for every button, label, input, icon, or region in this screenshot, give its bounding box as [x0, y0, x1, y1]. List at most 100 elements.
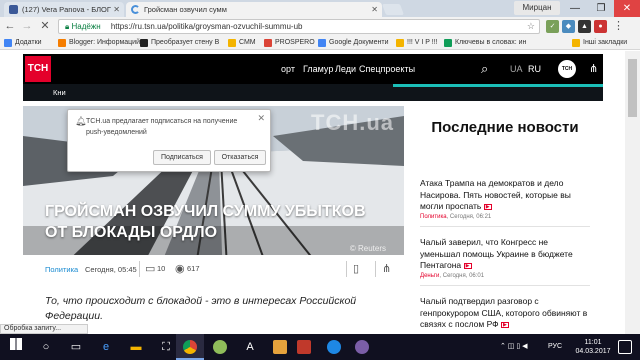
bookmark-icon[interactable]: ▯ [353, 262, 359, 275]
close-icon[interactable]: ✕ [257, 113, 265, 124]
search-icon[interactable]: ⌕ [481, 54, 488, 84]
share-icon[interactable]: ⋔ [382, 262, 391, 275]
photo-credit: © Reuters [349, 244, 386, 253]
app-icon[interactable] [290, 334, 318, 360]
edge-icon[interactable]: e [92, 334, 120, 360]
app-icon[interactable]: A [236, 334, 264, 360]
minimize-button[interactable]: — [562, 0, 588, 17]
close-tab-icon[interactable]: ✕ [113, 2, 120, 17]
article-meta-bar: Политика Сегодня, 05:45 ▭ 10 ◉ 617 ▯ ⋔ [23, 255, 404, 284]
bookmark-label: СММ [239, 39, 256, 46]
photo-watermark: ТСН.ua [311, 110, 394, 135]
loading-icon [131, 5, 140, 14]
blogger-icon [58, 39, 66, 47]
article-category[interactable]: Политика [45, 265, 78, 274]
bookmark-icon [444, 39, 452, 47]
windows-taskbar: ○ ▭ e ▬ ⛶ A ⌃ ◫ ▯ ◀︎ РУС 11:01 04.03.201… [0, 334, 640, 360]
folder-icon [572, 39, 580, 47]
task-view-icon[interactable]: ▭ [62, 334, 90, 360]
sidebar-title: Последние новости [431, 119, 579, 136]
subbar-label[interactable]: Кни [53, 84, 66, 101]
tab-article[interactable]: Гройсман озвучил сумм ✕ [126, 2, 382, 17]
status-bar: Обробка запиту... [0, 324, 88, 334]
divider [139, 261, 140, 277]
browser-tab-strip: (127) Vera Panova - БЛОГ ✕ Гройсман озву… [0, 0, 640, 17]
article-time: Сегодня, 05:45 [85, 265, 137, 274]
bookmark-keywords[interactable]: Ключевы в словах: ин [444, 37, 526, 49]
profile-button[interactable]: Мирцан [514, 1, 560, 15]
bookmark-smm[interactable]: СММ [228, 37, 256, 49]
news-title[interactable]: Атака Трампа на демократов и дело Насиро… [420, 178, 571, 211]
extension-icon[interactable]: ● [594, 20, 607, 33]
close-window-button[interactable]: ✕ [614, 0, 640, 17]
extension-icon[interactable]: ✓ [546, 20, 559, 33]
tray-icons[interactable]: ⌃ ◫ ▯ ◀︎ [500, 334, 528, 360]
apps-icon [4, 39, 12, 47]
forward-arrow-icon[interactable]: → [20, 19, 34, 33]
share-icon[interactable]: ⋔ [589, 54, 598, 84]
nav-item-sport[interactable]: орт [281, 54, 295, 84]
folder-icon [396, 39, 404, 47]
bell-icon: 🔔︎ [75, 116, 87, 126]
news-item[interactable]: Чалый заверил, что Конгресс не уменьшал … [420, 237, 590, 279]
divider [375, 261, 376, 277]
bookmark-apps[interactable]: Додатки [4, 37, 42, 49]
nav-item-specprojects[interactable]: Спецпроекты [359, 54, 415, 84]
bookmark-blogger[interactable]: Blogger: Информаций [58, 37, 140, 49]
article-headline[interactable]: ГРОЙСМАН ОЗВУЧИЛ СУММУ УБЫТКОВ ОТ БЛОКАД… [45, 201, 385, 243]
back-arrow-icon[interactable]: ← [3, 19, 17, 33]
bookmark-label: Google Документи [329, 39, 389, 46]
app-icon[interactable] [206, 334, 234, 360]
extension-icon[interactable]: ◆ [562, 20, 575, 33]
app-icon[interactable] [348, 334, 376, 360]
tsn-plus-logo[interactable]: ТСН [558, 60, 576, 78]
file-explorer-icon[interactable]: ▬ [122, 334, 150, 360]
bookmark-google-docs[interactable]: Google Документи [318, 37, 388, 49]
news-item[interactable]: Атака Трампа на демократов и дело Насиро… [420, 178, 590, 220]
lang-ua[interactable]: UA [510, 54, 523, 84]
nav-item-glamour[interactable]: Гламур [303, 54, 333, 84]
star-icon[interactable]: ☆ [527, 20, 535, 33]
notification-center-icon[interactable] [618, 340, 632, 354]
bookmark-label: Blogger: Информаций [69, 39, 140, 46]
bookmark-label: Додатки [15, 39, 42, 46]
search-icon[interactable]: ○ [32, 334, 60, 360]
decline-button[interactable]: Отказаться [214, 150, 266, 165]
bookmark-vip[interactable]: !!! V I P !!! [396, 37, 438, 49]
stop-icon[interactable]: ✕ [38, 19, 52, 33]
menu-icon[interactable]: ⋮ [612, 20, 625, 33]
extension-icon[interactable]: ▲ [578, 20, 591, 33]
article-lead: То, что происходит с блокадой - это в ин… [45, 295, 357, 322]
new-tab-button[interactable] [381, 4, 405, 15]
app-icon[interactable] [320, 334, 348, 360]
nav-item-ladies[interactable]: Леди [335, 54, 356, 84]
site-logo[interactable]: ТСН [25, 56, 51, 82]
news-item[interactable]: Чалый подтвердил разговор с генпрокуроро… [420, 296, 590, 331]
bookmark-other[interactable]: Інші закладки [572, 37, 627, 49]
divider [346, 261, 347, 277]
tab-blog[interactable]: (127) Vera Panova - БЛОГ ✕ [4, 2, 124, 17]
tab-label: (127) Vera Panova - БЛОГ [22, 5, 111, 14]
start-icon[interactable] [2, 334, 30, 360]
bookmark-label: Інші закладки [583, 39, 628, 46]
maximize-button[interactable]: ❐ [588, 0, 614, 17]
news-title[interactable]: Чалый заверил, что Конгресс не уменьшал … [420, 237, 573, 270]
address-bar[interactable]: 🔒︎ Надёжн https://ru.tsn.ua/politika/gro… [58, 19, 540, 34]
input-language[interactable]: РУС [548, 334, 562, 360]
bookmark-prospero[interactable]: PROSPERO [264, 37, 315, 49]
bookmarks-bar: Додатки Blogger: Информаций Преобразует … [0, 36, 640, 50]
subscribe-button[interactable]: Подписаться [153, 150, 211, 165]
lang-ru[interactable]: RU [528, 54, 541, 84]
bookmark-label: Ключевы в словах: ин [455, 39, 527, 46]
news-category[interactable]: Деньги [420, 273, 439, 279]
news-category[interactable]: Политика [420, 214, 447, 220]
system-clock[interactable]: 11:01 04.03.2017 [572, 338, 614, 356]
bookmark-wall[interactable]: Преобразует стену В [140, 37, 219, 49]
scrollbar-thumb[interactable] [628, 59, 637, 117]
comment-count[interactable]: 10 [157, 264, 165, 273]
chrome-icon[interactable] [176, 334, 204, 360]
tab-label: Гройсман озвучил сумм [144, 5, 227, 14]
divider [420, 285, 590, 286]
close-tab-icon[interactable]: ✕ [371, 2, 378, 17]
page-scrollbar[interactable] [625, 51, 640, 334]
